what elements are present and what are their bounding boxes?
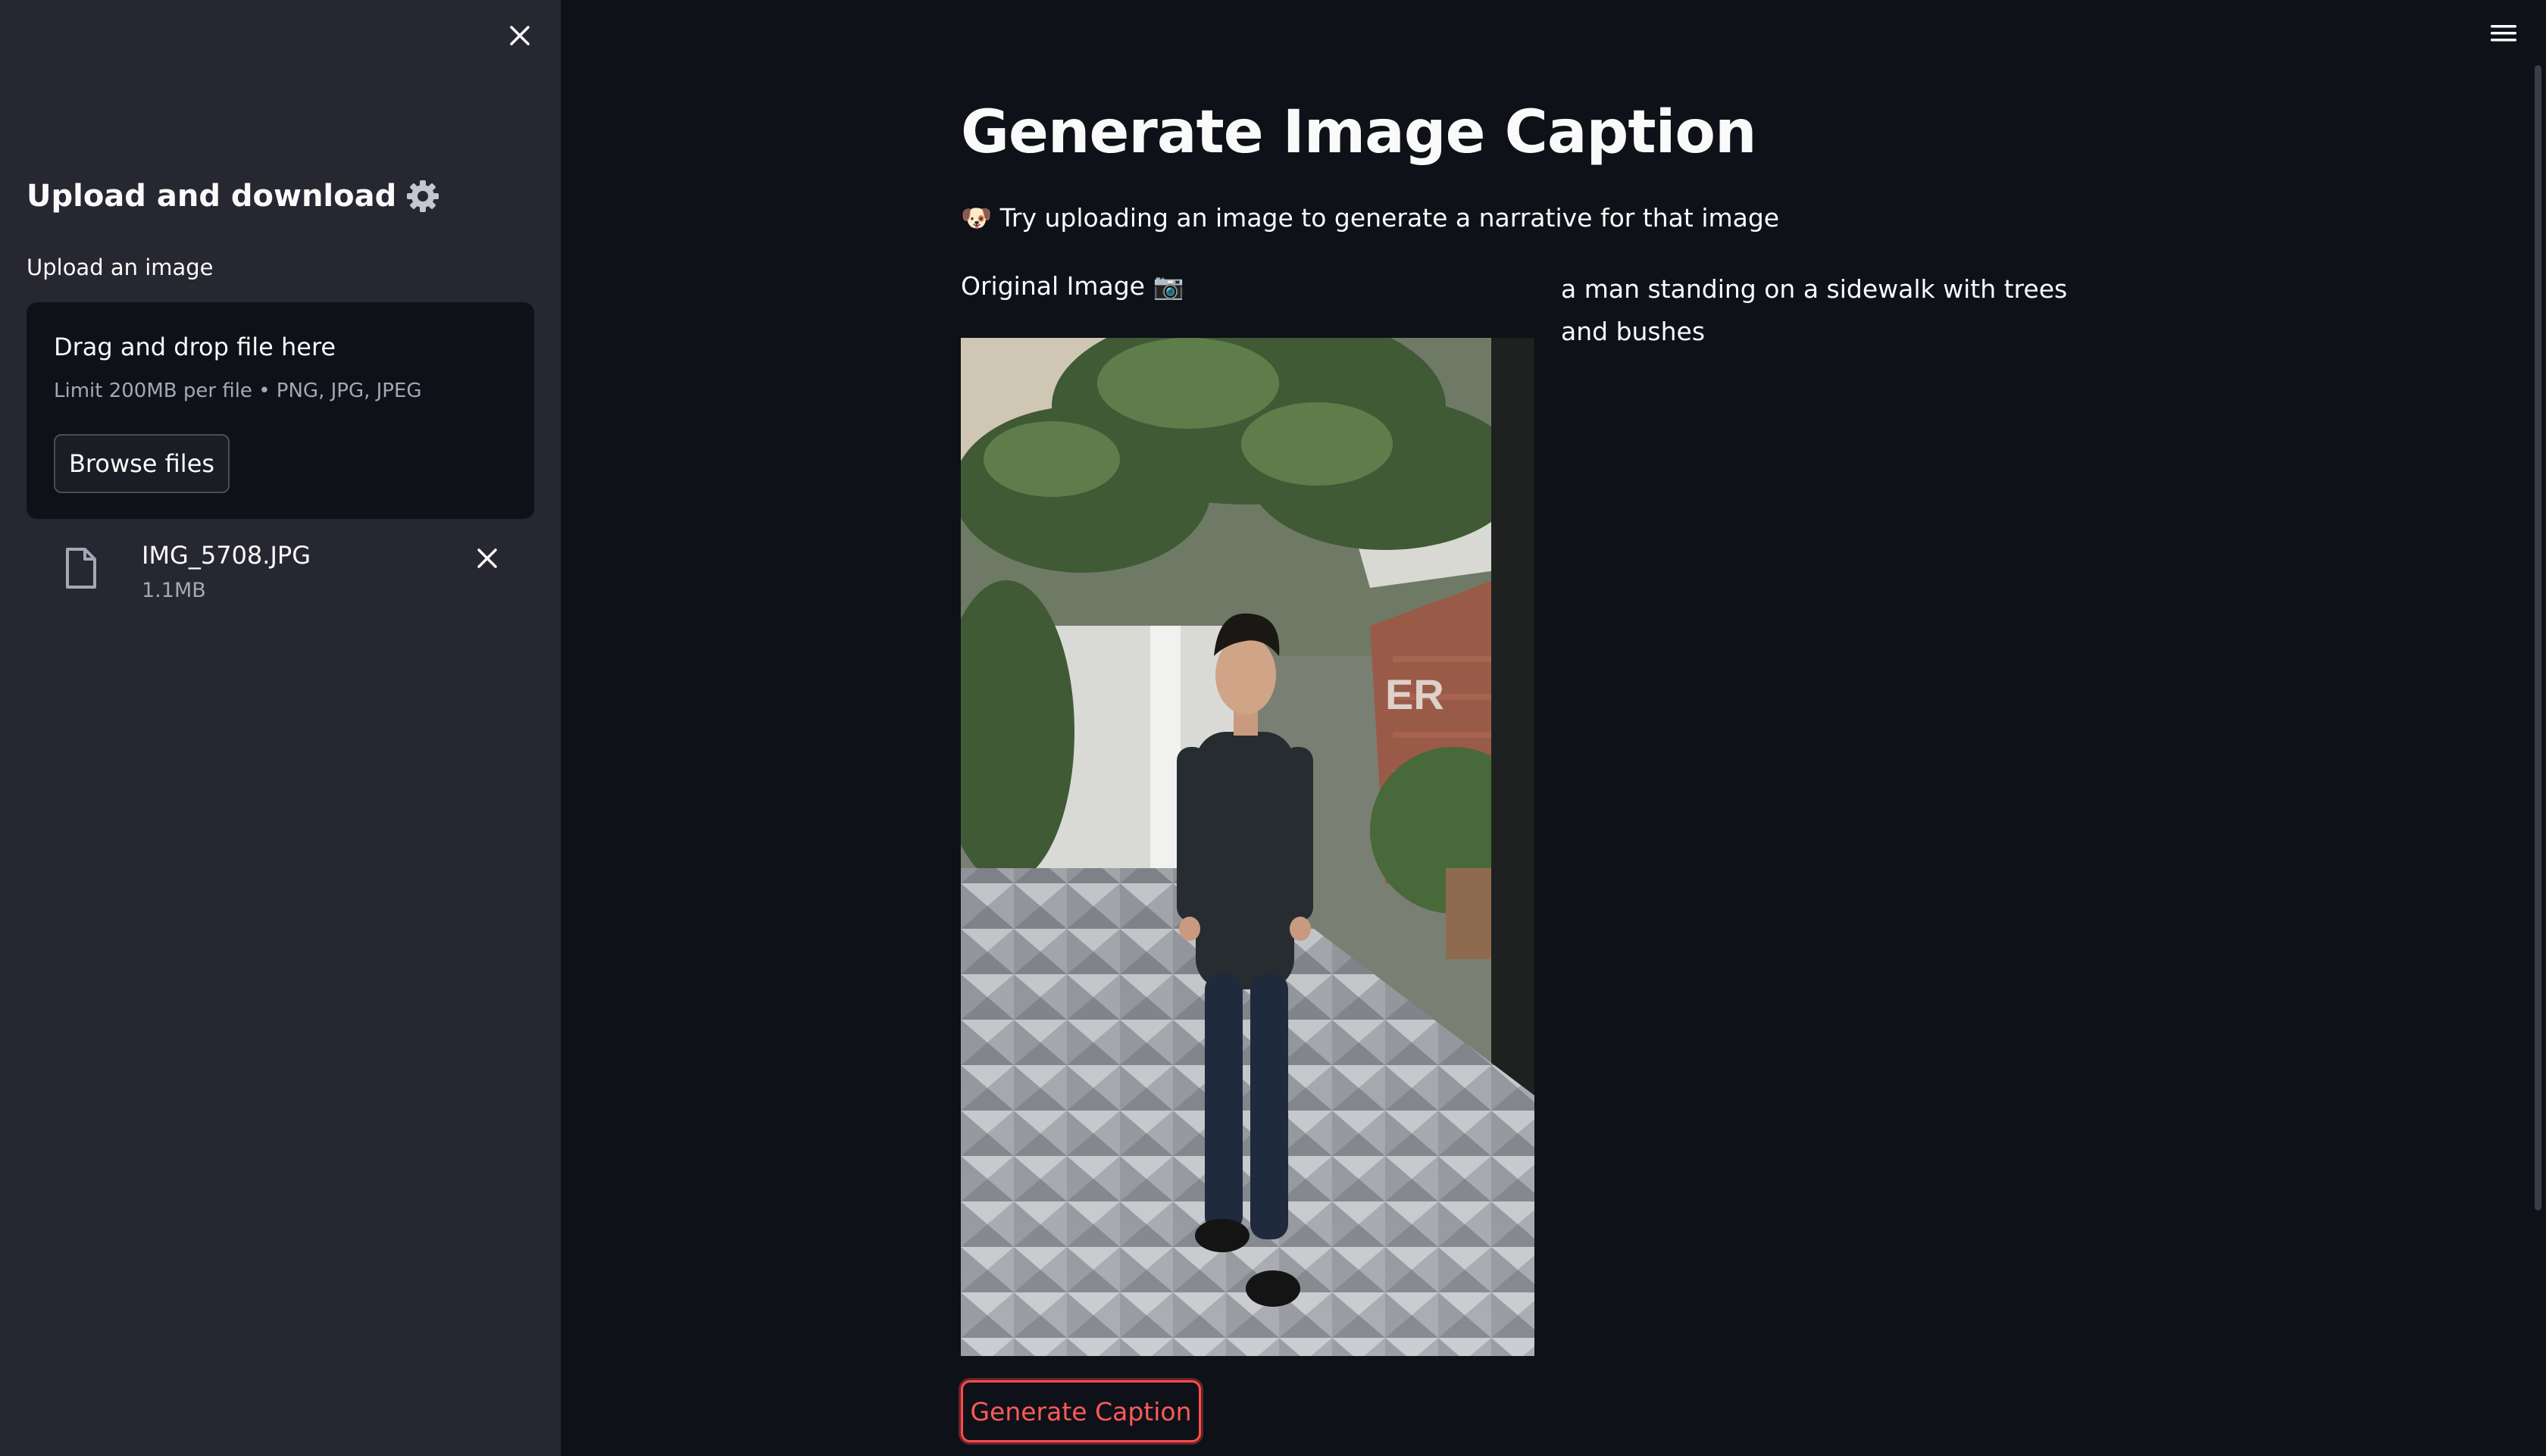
upload-label: Upload an image <box>27 255 214 280</box>
dropzone-limit: Limit 200MB per file • PNG, JPG, JPEG <box>54 380 422 402</box>
file-size: 1.1MB <box>142 579 206 602</box>
page-subtitle: 🐶 Try uploading an image to generate a n… <box>961 203 1780 233</box>
hamburger-menu-icon[interactable] <box>2488 20 2519 47</box>
remove-file-icon[interactable] <box>471 542 503 574</box>
file-dropzone[interactable]: Drag and drop file here Limit 200MB per … <box>27 302 534 519</box>
sidebar-title-text: Upload and download <box>27 179 397 214</box>
gear-icon <box>405 179 440 214</box>
svg-text:ER: ER <box>1385 670 1444 718</box>
sidebar-title: Upload and download <box>27 179 440 214</box>
file-icon <box>64 547 98 592</box>
original-image: ER <box>961 338 1534 1356</box>
dropzone-title: Drag and drop file here <box>54 333 336 361</box>
uploaded-file: IMG_5708.JPG 1.1MB <box>27 530 534 621</box>
page-title: Generate Image Caption <box>961 98 1756 167</box>
generated-caption: a man standing on a sidewalk with trees … <box>1561 274 2068 346</box>
file-name: IMG_5708.JPG <box>142 541 311 570</box>
scrollbar[interactable] <box>2535 65 2541 1211</box>
generate-caption-button[interactable]: Generate Caption <box>961 1380 1201 1442</box>
close-sidebar-icon[interactable] <box>505 18 535 53</box>
original-image-label: Original Image 📷 <box>961 271 1184 301</box>
sidebar: Upload and download Upload an image Drag… <box>0 0 561 1456</box>
browse-files-button[interactable]: Browse files <box>54 434 230 493</box>
